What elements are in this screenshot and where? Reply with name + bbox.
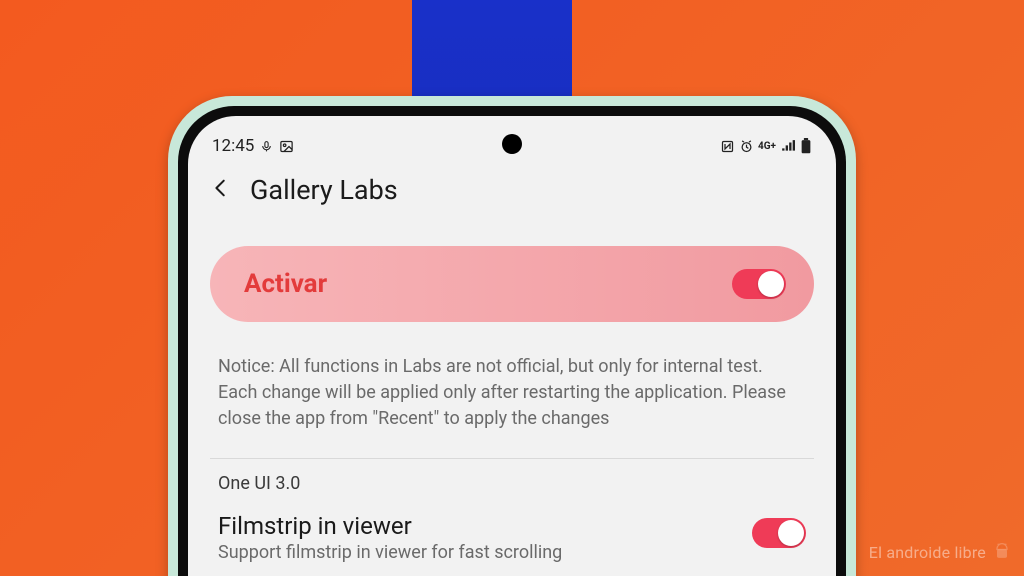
setting-filmstrip-row[interactable]: Filmstrip in viewer Support filmstrip in…: [210, 506, 814, 563]
app-bar: Gallery Labs: [188, 164, 836, 224]
status-left-cluster: 12:45: [212, 136, 294, 156]
status-right-cluster: 4G+: [720, 138, 812, 154]
camera-punch-hole: [502, 134, 522, 154]
back-icon[interactable]: [210, 177, 232, 203]
phone-screen: 12:45: [188, 116, 836, 576]
filmstrip-toggle[interactable]: [752, 518, 806, 548]
activate-label: Activar: [244, 269, 327, 299]
photo-background: 12:45: [0, 0, 1024, 576]
alarm-icon: [739, 139, 754, 154]
android-icon: [992, 542, 1012, 562]
phone-bezel: 12:45: [178, 106, 846, 576]
network-type-label: 4G+: [758, 141, 776, 152]
labs-notice-text: Notice: All functions in Labs are not of…: [210, 346, 814, 450]
setting-subtitle: Support filmstrip in viewer for fast scr…: [218, 542, 736, 563]
battery-icon: [800, 138, 812, 154]
activate-toggle[interactable]: [732, 269, 786, 299]
section-label: One UI 3.0: [210, 473, 814, 506]
watermark-text: El androide libre: [869, 543, 986, 562]
phone-case: 12:45: [168, 96, 856, 576]
image-icon: [279, 139, 294, 154]
nfc-icon: [720, 139, 735, 154]
setting-title: Filmstrip in viewer: [218, 512, 736, 540]
voice-input-icon: [260, 140, 273, 153]
toggle-knob: [758, 271, 784, 297]
activate-toggle-row[interactable]: Activar: [210, 246, 814, 322]
page-title: Gallery Labs: [250, 174, 398, 206]
status-clock: 12:45: [212, 136, 254, 156]
divider: [210, 458, 814, 459]
signal-icon: [780, 139, 796, 153]
watermark: El androide libre: [869, 542, 1012, 562]
toggle-knob: [778, 520, 804, 546]
